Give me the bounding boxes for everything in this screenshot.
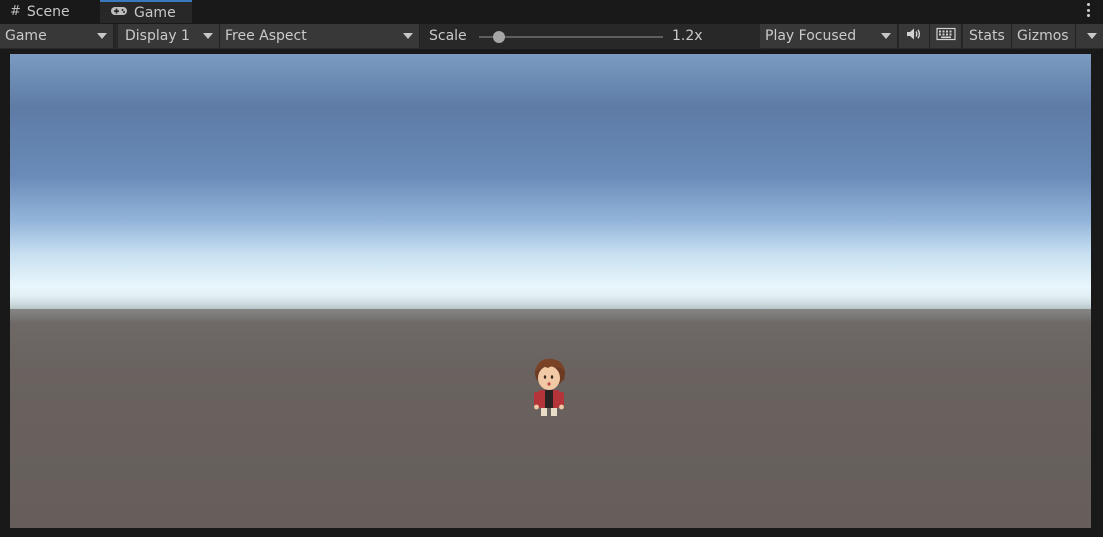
shortcuts-button[interactable]: [930, 24, 962, 48]
scale-label: Scale: [429, 28, 467, 44]
stats-label: Stats: [969, 28, 1005, 44]
tab-scene-label: Scene: [26, 3, 70, 20]
scale-value: 1.2x: [672, 28, 703, 44]
chevron-down-icon: [1087, 33, 1097, 39]
display-mode-dropdown[interactable]: Game: [0, 24, 114, 48]
tab-game-label: Game: [134, 4, 176, 21]
display-mode-value: Game: [5, 28, 47, 44]
game-viewport[interactable]: [10, 54, 1091, 528]
chevron-down-icon: [403, 33, 413, 39]
scale-slider-thumb[interactable]: [493, 31, 506, 43]
play-mode-dropdown[interactable]: Play Focused: [760, 24, 898, 48]
scale-control: Scale 1.2x: [423, 24, 760, 48]
kebab-menu-icon[interactable]: [1087, 3, 1091, 17]
horizon: [10, 294, 1091, 324]
aspect-value: Free Aspect: [225, 28, 307, 44]
chevron-down-icon: [97, 33, 107, 39]
speaker-icon: [906, 27, 922, 45]
mute-audio-button[interactable]: [899, 24, 930, 48]
tab-scene[interactable]: # Scene: [0, 0, 100, 23]
gamepad-icon: [110, 5, 128, 21]
gizmos-dropdown[interactable]: [1076, 24, 1103, 48]
display-dropdown[interactable]: Display 1: [118, 24, 220, 48]
tab-game[interactable]: Game: [100, 0, 192, 23]
gizmos-button[interactable]: Gizmos: [1012, 24, 1076, 48]
ground-plane: [10, 309, 1091, 528]
display-value: Display 1: [125, 28, 190, 44]
chevron-down-icon: [881, 33, 891, 39]
skybox: [10, 54, 1091, 324]
gizmos-label: Gizmos: [1017, 28, 1069, 44]
aspect-dropdown[interactable]: Free Aspect: [220, 24, 420, 48]
keyboard-icon: [935, 27, 956, 45]
editor-tab-bar: # Scene Game: [0, 0, 1103, 23]
player-character: [534, 358, 565, 416]
scale-slider-track[interactable]: [479, 36, 663, 38]
chevron-down-icon: [203, 33, 213, 39]
game-view-toolbar: Game Display 1 Free Aspect Scale 1.2x Pl…: [0, 24, 1103, 50]
grid-icon: #: [10, 4, 21, 19]
play-mode-value: Play Focused: [765, 28, 857, 44]
stats-button[interactable]: Stats: [963, 24, 1012, 48]
